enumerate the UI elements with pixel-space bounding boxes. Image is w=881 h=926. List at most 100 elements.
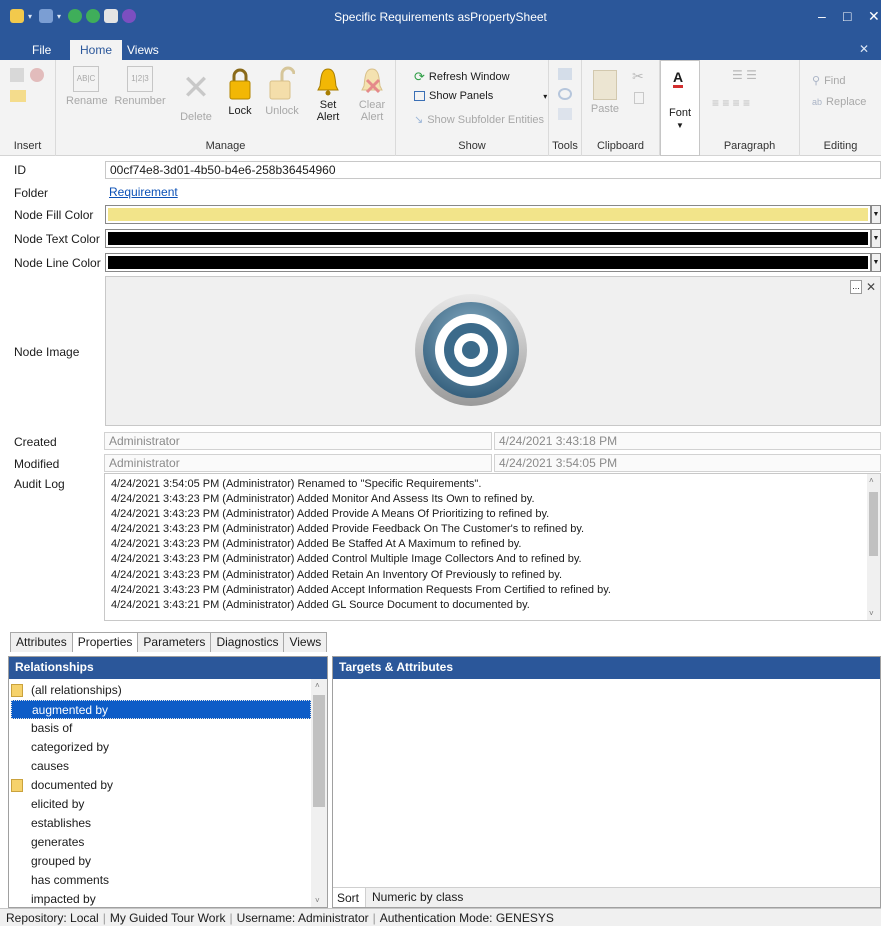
node-image-box[interactable]: ... ✕	[105, 276, 881, 426]
ribbon: Insert AB|C Rename 1|2|3 Renumber ✕ Dele…	[0, 60, 881, 156]
group-paragraph: ☰ ☰ ≡ ≡ ≡ ≡ Paragraph	[700, 60, 800, 156]
sort-bar: Sort Numeric by class	[333, 887, 880, 907]
audit-log-line: 4/24/2021 3:43:23 PM (Administrator) Add…	[111, 523, 585, 536]
tab-parameters[interactable]: Parameters	[137, 632, 212, 652]
tab-diagnostics[interactable]: Diagnostics	[210, 632, 285, 652]
node-line-color-label: Node Line Color	[14, 256, 101, 270]
sort-select[interactable]: Numeric by class	[365, 888, 880, 907]
scrollbar-thumb[interactable]	[313, 695, 325, 807]
relationships-header: Relationships	[9, 657, 327, 679]
node-text-color-label: Node Text Color	[14, 232, 100, 246]
pin-icon[interactable]: ✕	[859, 42, 869, 56]
tab-views[interactable]: Views	[283, 632, 328, 652]
audit-log-line: 4/24/2021 3:43:23 PM (Administrator) Add…	[111, 568, 563, 581]
node-line-color-picker[interactable]	[105, 253, 871, 272]
sort-label: Sort	[337, 891, 360, 905]
group-label: Show	[458, 140, 486, 152]
chevron-down-icon[interactable]: ▼	[871, 229, 881, 248]
list-item[interactable]: documented by	[11, 776, 311, 795]
insert-entity-icon[interactable]	[30, 68, 44, 82]
rename-button[interactable]: AB|C Rename	[66, 66, 108, 107]
insert-folder-icon[interactable]	[10, 90, 26, 102]
group-label: Paragraph	[723, 140, 776, 152]
audit-log-label: Audit Log	[14, 477, 65, 491]
find-button[interactable]: ⚲ Find	[812, 74, 845, 88]
insert-table-icon[interactable]	[10, 68, 24, 82]
node-fill-color-label: Node Fill Color	[14, 208, 94, 222]
list-item[interactable]: augmented by	[11, 700, 311, 719]
lock-button[interactable]: Lock	[222, 66, 258, 117]
tab-properties[interactable]: Properties	[71, 632, 139, 652]
audit-log-line: 4/24/2021 3:43:21 PM (Administrator) Add…	[111, 598, 530, 611]
chevron-down-icon[interactable]: ▼	[871, 205, 881, 224]
list-item[interactable]: impacted by	[11, 890, 311, 907]
group-label: Insert	[13, 140, 42, 152]
close-button[interactable]: ✕	[868, 8, 880, 25]
group-tools: Tools	[549, 60, 582, 156]
scrollbar-thumb[interactable]	[869, 492, 878, 556]
chevron-down-icon[interactable]: ▾	[543, 92, 547, 101]
clear-image-button[interactable]: ✕	[864, 280, 878, 294]
tab-attributes[interactable]: Attributes	[10, 632, 73, 652]
modified-label: Modified	[14, 457, 60, 471]
chevron-down-icon[interactable]: ˅	[869, 609, 874, 618]
list-item[interactable]: (all relationships)	[11, 681, 311, 700]
align-icon[interactable]: ≡ ≡ ≡ ≡	[712, 96, 750, 110]
binoculars-icon: ⚲	[812, 75, 821, 87]
replace-button[interactable]: ab Replace	[812, 96, 866, 108]
tab-views[interactable]: Views	[117, 40, 169, 60]
delete-button[interactable]: ✕ Delete	[174, 68, 218, 123]
cut-icon[interactable]: ✂	[632, 68, 644, 85]
list-item[interactable]: generates	[11, 833, 311, 852]
browse-image-button[interactable]: ...	[850, 280, 862, 294]
copy-icon[interactable]	[634, 92, 644, 104]
renumber-button[interactable]: 1|2|3 Renumber	[112, 66, 168, 107]
panels-icon	[414, 91, 425, 101]
search-icon[interactable]	[558, 88, 572, 100]
list-item[interactable]: causes	[11, 757, 311, 776]
tab-file[interactable]: File	[22, 40, 61, 60]
subfolder-icon: ↘	[414, 114, 424, 126]
spelling-icon[interactable]	[558, 68, 572, 80]
clear-alert-button[interactable]: Clear Alert	[352, 66, 392, 123]
set-alert-button[interactable]: Set Alert	[308, 66, 348, 123]
abc-check-icon[interactable]	[558, 108, 572, 120]
audit-log-box[interactable]: 4/24/2021 3:54:05 PM (Administrator) Ren…	[104, 473, 881, 621]
relationships-scrollbar[interactable]: ˄ ˅	[311, 679, 327, 907]
list-item[interactable]: establishes	[11, 814, 311, 833]
list-item[interactable]: categorized by	[11, 738, 311, 757]
list-item[interactable]: elicited by	[11, 795, 311, 814]
refresh-window-button[interactable]: ⟳ Refresh Window	[414, 69, 510, 85]
audit-log-line: 4/24/2021 3:43:23 PM (Administrator) Add…	[111, 493, 535, 506]
font-button[interactable]: A Font ▼	[660, 60, 700, 156]
maximize-button[interactable]: □	[843, 8, 851, 24]
audit-log-line: 4/24/2021 3:54:05 PM (Administrator) Ren…	[111, 478, 482, 490]
renumber-icon: 1|2|3	[127, 66, 153, 92]
show-panels-button[interactable]: Show Panels ▾	[414, 90, 547, 102]
list-item[interactable]: has comments	[11, 871, 311, 890]
unlock-button[interactable]: Unlock	[262, 66, 302, 117]
chevron-down-icon[interactable]: ˅	[315, 896, 320, 905]
modified-by-field: Administrator	[104, 454, 492, 472]
clipboard-icon	[593, 70, 617, 100]
node-fill-color-picker[interactable]	[105, 205, 871, 224]
folder-link[interactable]: Requirement	[105, 184, 881, 202]
fill-color-swatch	[108, 208, 868, 221]
list-item[interactable]: grouped by	[11, 852, 311, 871]
list-item[interactable]: basis of	[11, 719, 311, 738]
window-title: Specific Requirements asPropertySheet	[334, 10, 547, 24]
chevron-down-icon[interactable]: ▼	[871, 253, 881, 272]
group-editing: ⚲ Find ab Replace Editing	[800, 60, 881, 156]
chevron-up-icon[interactable]: ˄	[315, 681, 320, 690]
id-field[interactable]: 00cf74e8-3d01-4b50-b4e6-258b36454960	[105, 161, 881, 179]
node-text-color-picker[interactable]	[105, 229, 871, 248]
tab-home[interactable]: Home	[70, 40, 123, 60]
bell-icon	[315, 66, 341, 96]
minimize-button[interactable]: –	[818, 8, 826, 24]
show-subfolder-entities-button[interactable]: ↘ Show Subfolder Entities	[414, 113, 544, 127]
chevron-up-icon[interactable]: ˄	[869, 476, 874, 485]
paste-button[interactable]: Paste	[588, 70, 622, 115]
targets-panel: Targets & Attributes Sort Numeric by cla…	[332, 656, 881, 908]
audit-log-scrollbar[interactable]: ˄ ˅	[867, 474, 880, 620]
bullets-icon[interactable]: ☰ ☰	[732, 68, 757, 82]
